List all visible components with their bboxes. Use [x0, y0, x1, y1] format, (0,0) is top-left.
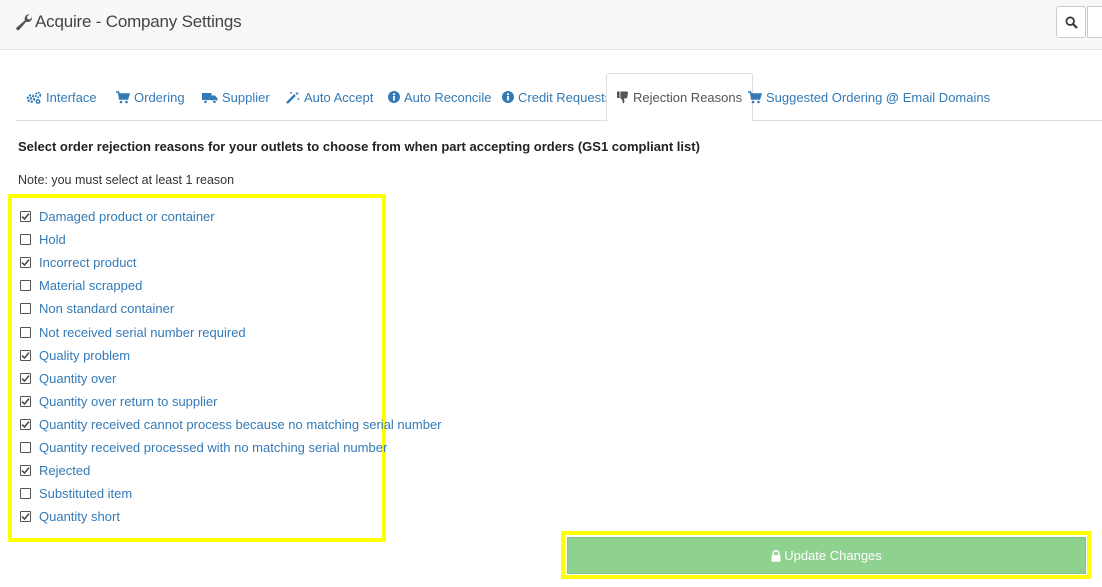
info-circle-icon — [502, 91, 514, 103]
search-input[interactable] — [1087, 6, 1102, 38]
reason-checkbox[interactable] — [20, 441, 31, 453]
truck-icon — [202, 91, 218, 104]
search-icon — [1065, 16, 1078, 29]
tab-label: Auto Reconcile — [404, 89, 492, 105]
tab-rejection-reasons[interactable]: Rejection Reasons — [606, 73, 754, 122]
reason-checkbox[interactable] — [20, 326, 31, 338]
reason-label: Non standard container — [39, 301, 175, 317]
page-title: Acquire - Company Settings — [35, 12, 242, 31]
reason-label: Substituted item — [39, 486, 133, 502]
gears-icon — [26, 91, 42, 104]
reason-label: Quality problem — [39, 347, 131, 363]
tab-label: Ordering — [134, 89, 185, 105]
reason-item[interactable]: Quantity short — [20, 505, 442, 528]
reason-checkbox[interactable] — [20, 511, 31, 523]
reason-label: Not received serial number required — [39, 324, 246, 340]
reason-item[interactable]: Rejected — [20, 459, 442, 482]
reason-item[interactable]: Quantity over return to supplier — [20, 390, 442, 413]
reason-checkbox[interactable] — [20, 395, 31, 407]
tab-label: Credit Requests — [518, 89, 612, 105]
tab-label: Supplier — [222, 89, 270, 105]
tab-label: Auto Accept — [304, 89, 374, 105]
cart-icon — [748, 90, 762, 104]
update-changes-button[interactable]: Update Changes — [567, 537, 1086, 574]
reason-label: Damaged product or container — [39, 209, 215, 225]
tab-ordering[interactable]: Ordering — [106, 73, 195, 121]
reason-item[interactable]: Quantity received processed with no matc… — [20, 436, 442, 459]
reason-label: Incorrect product — [39, 255, 137, 271]
reason-label: Rejected — [39, 463, 91, 479]
title-wrap: Acquire - Company Settings — [16, 12, 242, 32]
checkmark-icon — [21, 351, 30, 359]
reason-label: Hold — [39, 232, 66, 248]
reason-checkbox[interactable] — [20, 257, 31, 269]
reason-item[interactable]: Quantity received cannot process because… — [20, 413, 442, 436]
tab-label: Rejection Reasons — [633, 90, 743, 105]
tab-supplier[interactable]: Supplier — [192, 73, 280, 121]
reason-label: Quantity received processed with no matc… — [39, 439, 388, 455]
settings-tabs: Interface Ordering Supplier Auto Accept … — [16, 73, 1102, 122]
search-button[interactable] — [1056, 6, 1086, 38]
thumbs-down-icon — [617, 91, 629, 104]
reason-item[interactable]: Substituted item — [20, 482, 442, 505]
at-icon: @ — [886, 89, 899, 105]
app-header: Acquire - Company Settings — [0, 0, 1102, 50]
rejection-note-text: Note: you must select at least 1 reason — [18, 173, 235, 187]
reason-item[interactable]: Quantity over — [20, 367, 442, 390]
tab-auto-reconcile[interactable]: Auto Reconcile — [378, 73, 501, 121]
reason-item[interactable]: Non standard container — [20, 297, 442, 320]
checkmark-icon — [21, 513, 30, 521]
reason-item[interactable]: Incorrect product — [20, 251, 442, 274]
reason-checkbox[interactable] — [20, 372, 31, 384]
checkmark-icon — [21, 467, 30, 475]
tab-label: Suggested Ordering — [766, 89, 883, 105]
reason-item[interactable]: Damaged product or container — [20, 205, 442, 228]
rejection-intro-text: Select order rejection reasons for your … — [18, 139, 700, 154]
reason-item[interactable]: Hold — [20, 228, 442, 251]
checkmark-icon — [21, 397, 30, 405]
reason-label: Quantity over return to supplier — [39, 393, 218, 409]
tab-email-domains[interactable]: @ Email Domains — [876, 73, 1000, 121]
checkmark-icon — [21, 421, 30, 428]
reason-checkbox[interactable] — [20, 418, 31, 430]
reason-checkbox[interactable] — [20, 303, 31, 315]
reason-checkbox[interactable] — [20, 349, 31, 361]
tab-label: Email Domains — [902, 89, 991, 105]
reason-checkbox[interactable] — [20, 211, 31, 223]
checkmark-icon — [21, 374, 30, 382]
reason-item[interactable]: Not received serial number required — [20, 320, 442, 343]
reason-label: Quantity received cannot process because… — [39, 416, 442, 432]
tab-suggested-ordering[interactable]: Suggested Ordering — [738, 73, 892, 121]
reason-item[interactable]: Quality problem — [20, 344, 442, 367]
tab-label: Interface — [46, 89, 97, 105]
checkmark-icon — [21, 259, 30, 267]
reason-label: Material scrapped — [39, 278, 143, 294]
reason-checkbox[interactable] — [20, 488, 31, 500]
reason-checkbox[interactable] — [20, 234, 31, 246]
magic-wand-icon — [286, 91, 300, 104]
wrench-icon — [16, 14, 32, 31]
reason-checkbox[interactable] — [20, 280, 31, 292]
reason-label: Quantity short — [39, 509, 120, 525]
update-changes-label: Update Changes — [784, 548, 882, 563]
tab-credit-requests[interactable]: Credit Requests — [492, 73, 621, 121]
tab-interface[interactable]: Interface — [16, 73, 107, 121]
reason-checkbox[interactable] — [20, 465, 31, 477]
reason-label: Quantity over — [39, 370, 117, 386]
rejection-reasons-list: Damaged product or container Hold Incorr… — [20, 205, 442, 528]
checkmark-icon — [21, 213, 30, 221]
reason-item[interactable]: Material scrapped — [20, 274, 442, 297]
cart-icon — [116, 90, 130, 104]
lock-icon — [771, 549, 781, 562]
tab-auto-accept[interactable]: Auto Accept — [276, 73, 383, 121]
info-circle-icon — [388, 91, 400, 103]
